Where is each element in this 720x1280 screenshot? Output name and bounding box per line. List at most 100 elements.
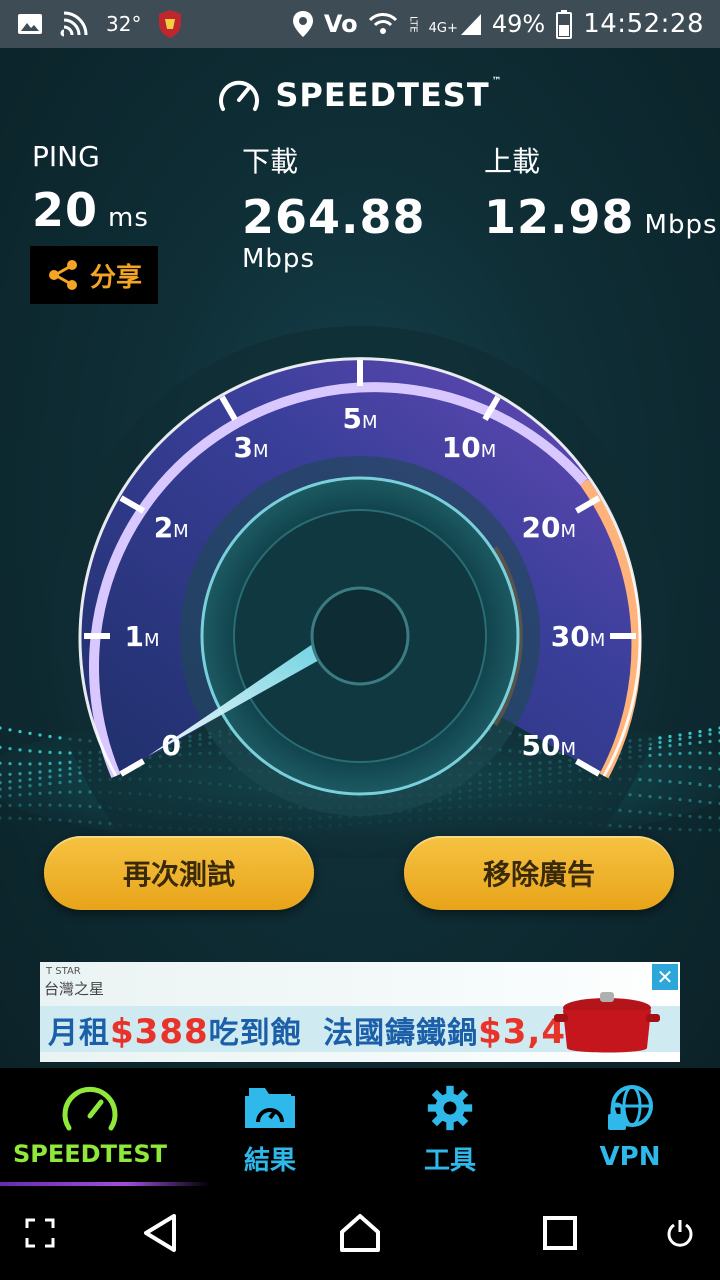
recents-square-icon xyxy=(543,1216,577,1250)
fullscreen-button[interactable] xyxy=(20,1186,60,1280)
wave-dot xyxy=(698,740,702,744)
wave-dot xyxy=(88,820,92,824)
wave-dot xyxy=(618,824,622,828)
recents-button[interactable] xyxy=(530,1186,590,1280)
wave-dot xyxy=(698,782,702,787)
wave-dot xyxy=(18,748,22,752)
wave-dot xyxy=(688,731,692,735)
vpn-globe-lock-icon xyxy=(608,1085,653,1130)
wave-dot xyxy=(638,825,642,830)
wave-dot xyxy=(68,772,72,776)
wave-dot xyxy=(28,817,32,821)
signal-icon xyxy=(460,14,481,35)
wave-dot xyxy=(678,780,682,785)
wave-dot xyxy=(628,825,632,829)
wave-dot xyxy=(28,771,32,775)
wave-dot xyxy=(88,790,92,794)
wave-dot xyxy=(68,780,72,784)
wave-dot xyxy=(648,778,652,782)
shield-badge-icon xyxy=(159,10,182,38)
wave-dot xyxy=(18,793,22,797)
wave-dot xyxy=(688,828,692,832)
tab-tools[interactable]: 工具 xyxy=(360,1068,540,1186)
power-button[interactable] xyxy=(660,1186,700,1280)
tab-label: 工具 xyxy=(423,1146,476,1176)
tab-speedtest[interactable]: SPEEDTEST xyxy=(0,1068,210,1186)
remove-ads-button[interactable]: 移除廣告 xyxy=(404,836,674,910)
wifi-icon xyxy=(368,13,397,34)
wave-dot xyxy=(668,764,672,768)
wave-dot xyxy=(688,741,692,745)
wave-dot xyxy=(648,753,652,758)
share-button[interactable]: 分享 xyxy=(30,246,158,304)
wave-dot xyxy=(78,771,82,775)
wave-dot xyxy=(698,734,702,738)
ping-label: PING xyxy=(32,140,100,173)
wave-dot xyxy=(8,772,12,776)
wave-dot xyxy=(38,733,42,737)
volte-label: Vo xyxy=(323,10,358,38)
wave-dot xyxy=(658,736,662,740)
wave-dot xyxy=(648,794,652,799)
wave-dot xyxy=(38,762,42,766)
wave-dot xyxy=(18,730,22,734)
brand-name: SPEEDTEST ™ xyxy=(275,76,503,114)
speed-gauge: 01M2M3M5M10M20M30M50M xyxy=(0,326,720,858)
wave-dot xyxy=(8,816,12,820)
wave-dot xyxy=(28,784,32,788)
wave-dot xyxy=(38,776,42,780)
upload-label: 上載 xyxy=(484,145,541,178)
network-type: 4G+ xyxy=(429,12,482,36)
tab-results[interactable]: 結果 xyxy=(180,1068,360,1186)
wave-dot xyxy=(698,815,702,819)
tab-vpn[interactable]: VPN xyxy=(540,1068,720,1186)
wave-dot xyxy=(58,803,62,807)
retest-button[interactable]: 再次測試 xyxy=(44,836,314,910)
wave-dot xyxy=(658,795,662,800)
wave-dot xyxy=(658,779,662,783)
wave-dot xyxy=(688,814,692,818)
wave-dot xyxy=(38,783,42,787)
wave-dot xyxy=(708,800,712,805)
wave-dot xyxy=(8,793,12,798)
image-icon xyxy=(18,14,42,34)
ping-metric: PING 20 ms xyxy=(32,140,149,237)
wave-dot xyxy=(18,762,22,766)
wave-dot xyxy=(638,810,642,814)
wave-dot xyxy=(48,775,52,779)
gear-icon xyxy=(427,1085,473,1131)
wave-dot xyxy=(658,745,662,749)
results-folder-icon xyxy=(245,1088,295,1128)
brand-header: SPEEDTEST ™ xyxy=(0,76,720,114)
wave-dot xyxy=(628,793,632,797)
battery-icon xyxy=(556,10,573,39)
speedtest-main: SPEEDTEST ™ PING 20 ms 分享 下載 264.88 Mbps 上… xyxy=(0,48,720,1068)
power-icon xyxy=(667,1220,693,1247)
wave-dot xyxy=(8,762,12,766)
wave-dot xyxy=(708,828,712,832)
wave-dot xyxy=(8,803,12,808)
ad-banner[interactable]: T STAR 台灣之星 月租$388吃到飽 法國鑄鐵鍋$3,490起 ✕ xyxy=(40,962,680,1062)
wave-dot xyxy=(28,777,32,782)
wave-dot xyxy=(708,816,712,820)
ad-close-button[interactable]: ✕ xyxy=(652,964,678,990)
wave-dot xyxy=(18,803,22,807)
wave-dot xyxy=(668,813,672,817)
wave-dot xyxy=(48,734,52,739)
home-button[interactable] xyxy=(330,1186,390,1280)
wave-dot xyxy=(58,773,62,778)
wave-dot xyxy=(38,770,42,774)
wave-dot xyxy=(28,731,32,735)
wave-dot xyxy=(48,817,52,822)
wave-dot xyxy=(698,799,702,804)
wave-dot xyxy=(78,819,82,824)
wave-dot xyxy=(88,804,92,809)
upload-value: 12.98 Mbps xyxy=(484,190,718,244)
wave-dot xyxy=(68,766,72,771)
share-label: 分享 xyxy=(89,262,142,293)
wave-dot xyxy=(668,744,672,748)
wave-dot xyxy=(688,765,692,769)
wave-dot xyxy=(48,781,52,786)
back-button[interactable] xyxy=(130,1186,190,1280)
gauge-hub xyxy=(310,586,410,686)
